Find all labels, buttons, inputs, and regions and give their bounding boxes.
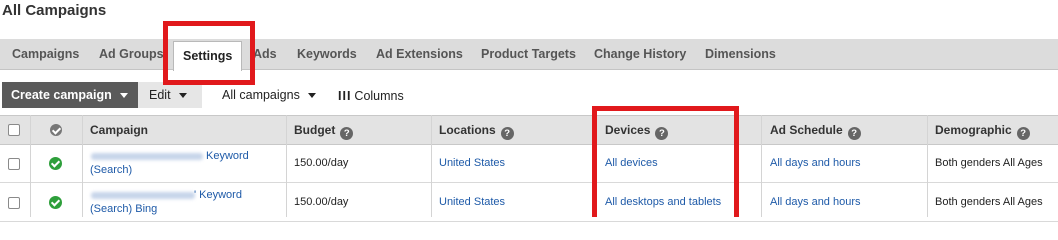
header-campaign[interactable]: Campaign xyxy=(90,116,148,144)
header-budget-label: Budget xyxy=(294,123,336,137)
tab-ad-groups[interactable]: Ad Groups xyxy=(99,39,164,70)
row-checkbox[interactable] xyxy=(8,197,20,209)
table-row: ' Keyword (Search) Bing 150.00/day Unite… xyxy=(0,184,1058,222)
tab-dimensions[interactable]: Dimensions xyxy=(705,39,776,70)
table-header: Campaign Budget? Locations? Devices? Ad … xyxy=(0,115,1058,145)
help-icon[interactable]: ? xyxy=(340,127,354,140)
tab-ads[interactable]: Ads xyxy=(253,39,277,70)
check-circle-icon[interactable] xyxy=(49,157,62,170)
select-all-checkbox[interactable] xyxy=(8,124,20,136)
header-demographic[interactable]: Demographic? xyxy=(935,116,1030,144)
caret-down-icon xyxy=(307,93,316,99)
help-icon[interactable]: ? xyxy=(847,127,861,140)
row-checkbox[interactable] xyxy=(8,158,20,170)
columns-label: Columns xyxy=(354,89,404,103)
column-divider xyxy=(286,115,287,217)
column-divider xyxy=(596,115,597,217)
header-campaign-label: Campaign xyxy=(90,123,149,137)
column-divider xyxy=(431,115,432,217)
locations-link[interactable]: United States xyxy=(439,196,505,208)
demographic-value: Both genders All Ages xyxy=(935,196,1043,208)
caret-down-icon xyxy=(119,93,128,99)
status-filter-icon[interactable] xyxy=(50,124,62,136)
page-title: All Campaigns xyxy=(2,2,107,19)
budget-value: 150.00/day xyxy=(294,196,349,208)
table-row: Keyword (Search) 150.00/day United State… xyxy=(0,145,1058,183)
campaign-name-link[interactable]: ' Keyword xyxy=(194,189,242,201)
tab-settings[interactable]: Settings xyxy=(173,41,243,71)
tab-keywords[interactable]: Keywords xyxy=(297,39,357,70)
budget-value: 150.00/day xyxy=(294,157,349,169)
campaign-filter-label: All campaigns xyxy=(222,88,300,102)
redacted-campaign-name xyxy=(91,153,203,160)
help-icon[interactable]: ? xyxy=(500,127,514,140)
campaign-name-link[interactable]: Keyword xyxy=(206,150,249,162)
check-circle-icon[interactable] xyxy=(49,196,62,209)
column-divider xyxy=(761,115,762,217)
campaign-settings-table: Campaign Budget? Locations? Devices? Ad … xyxy=(0,115,1058,222)
columns-icon: III xyxy=(338,89,352,103)
header-ad-schedule-label: Ad Schedule xyxy=(770,123,843,137)
create-campaign-button[interactable]: Create campaign xyxy=(2,82,138,108)
caret-down-icon xyxy=(178,93,187,99)
column-divider xyxy=(82,115,83,217)
redacted-campaign-name xyxy=(91,192,195,199)
create-campaign-label: Create campaign xyxy=(11,88,112,102)
ad-schedule-link[interactable]: All days and hours xyxy=(770,196,861,208)
toolbar: Create campaign Edit All campaigns III Co… xyxy=(0,81,1058,109)
ad-schedule-link[interactable]: All days and hours xyxy=(770,157,861,169)
campaign-filter-dropdown[interactable]: All campaigns xyxy=(222,82,316,108)
devices-link[interactable]: All devices xyxy=(605,157,658,169)
header-budget[interactable]: Budget? xyxy=(294,116,354,144)
columns-button[interactable]: III Columns xyxy=(338,82,404,108)
header-devices-label: Devices xyxy=(605,123,651,137)
header-locations[interactable]: Locations? xyxy=(439,116,514,144)
campaign-name-link[interactable]: (Search) Bing xyxy=(90,203,157,215)
tab-change-history[interactable]: Change History xyxy=(594,39,686,70)
locations-link[interactable]: United States xyxy=(439,157,505,169)
demographic-value: Both genders All Ages xyxy=(935,157,1043,169)
header-devices[interactable]: Devices? xyxy=(605,116,669,144)
help-icon[interactable]: ? xyxy=(655,127,669,140)
edit-button[interactable]: Edit xyxy=(138,82,202,108)
tab-product-targets[interactable]: Product Targets xyxy=(481,39,576,70)
tab-bar: Campaigns Ad Groups Settings Ads Keyword… xyxy=(0,39,1058,71)
devices-link[interactable]: All desktops and tablets xyxy=(605,196,721,208)
campaign-name-link[interactable]: (Search) xyxy=(90,164,132,176)
column-divider xyxy=(927,115,928,217)
header-locations-label: Locations xyxy=(439,123,496,137)
header-ad-schedule[interactable]: Ad Schedule? xyxy=(770,116,861,144)
help-icon[interactable]: ? xyxy=(1016,127,1030,140)
edit-label: Edit xyxy=(149,88,171,102)
header-demographic-label: Demographic xyxy=(935,123,1012,137)
tab-campaigns[interactable]: Campaigns xyxy=(12,39,79,70)
column-divider xyxy=(30,115,31,217)
tab-ad-extensions[interactable]: Ad Extensions xyxy=(376,39,463,70)
